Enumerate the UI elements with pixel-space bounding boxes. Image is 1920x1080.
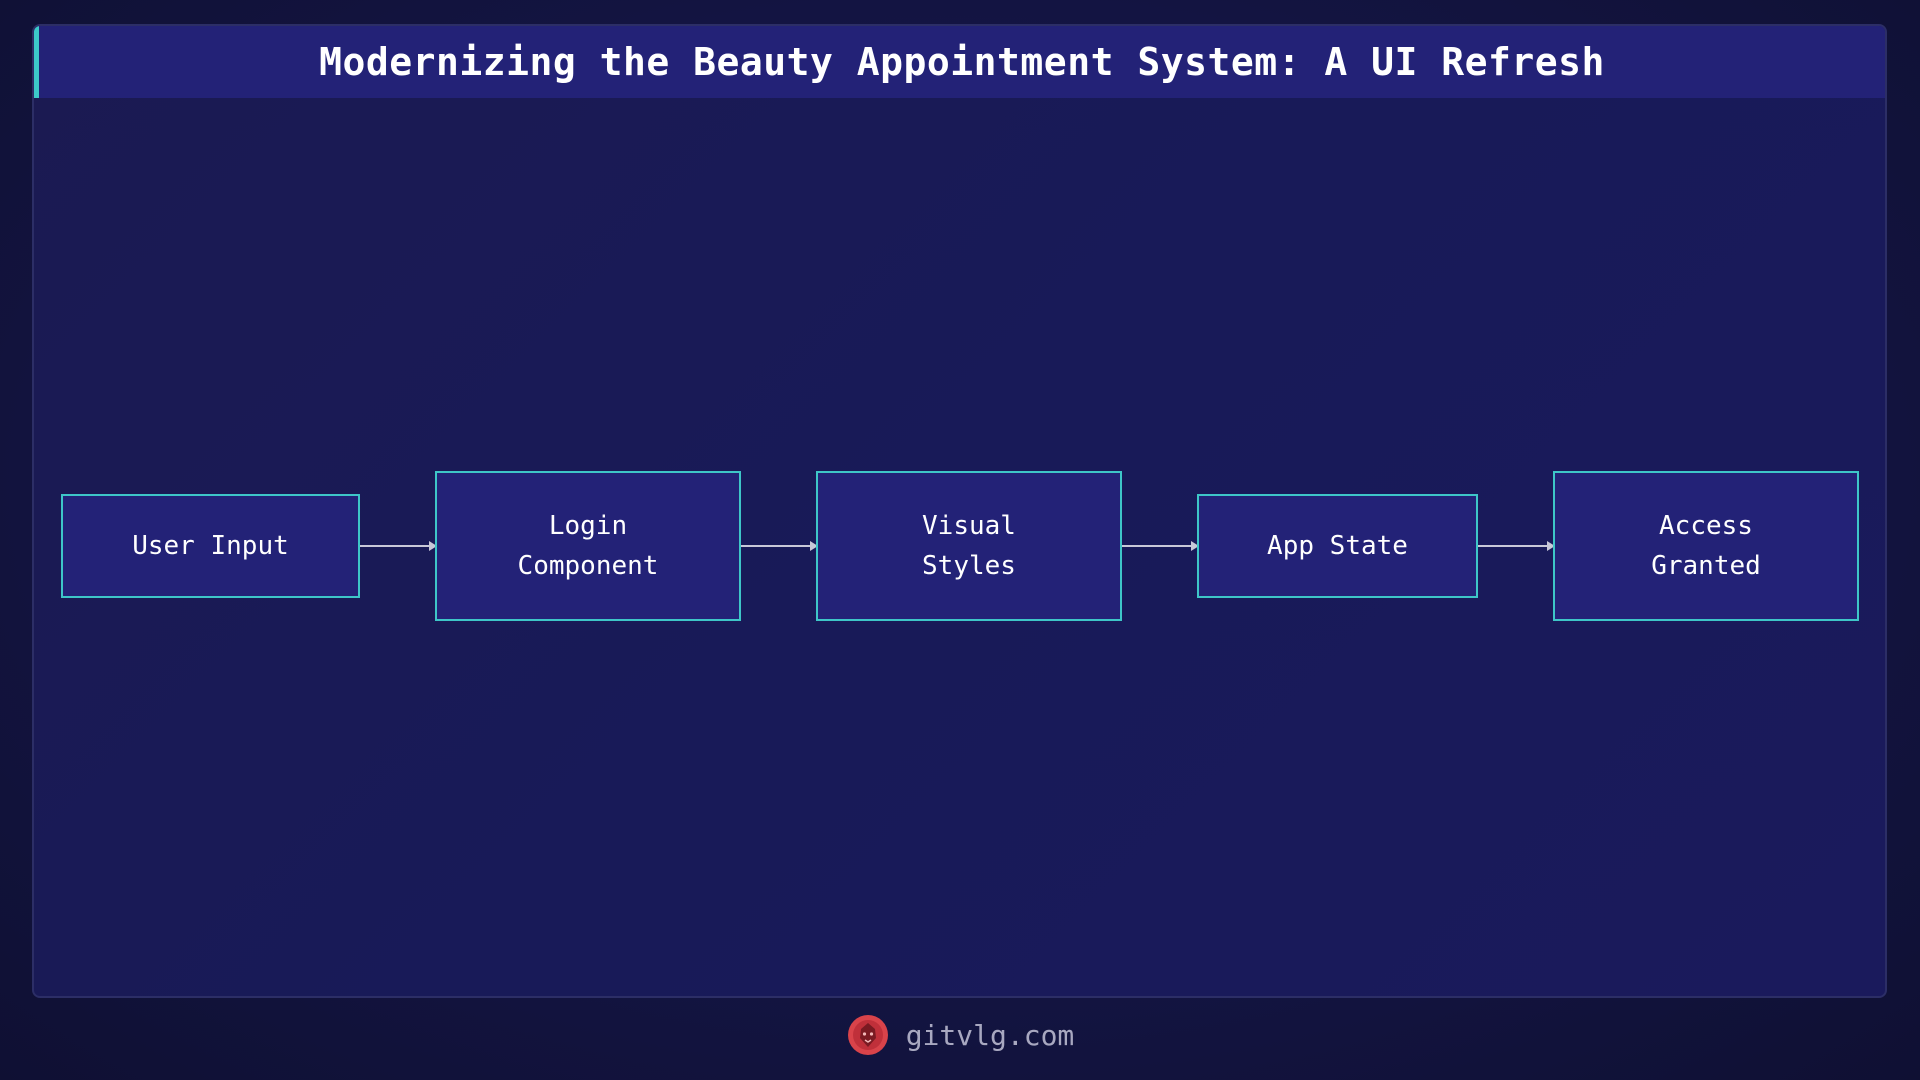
lion-head-icon [847, 1015, 888, 1055]
footer-site-link[interactable]: gitvlg.com [906, 1019, 1075, 1052]
page-title: Modernizing the Beauty Appointment Syste… [319, 40, 1605, 84]
footer: gitvlg.com [0, 1010, 1920, 1060]
diagram-frame: Modernizing the Beauty Appointment Syste… [32, 24, 1887, 998]
title-bar: Modernizing the Beauty Appointment Syste… [34, 26, 1885, 98]
